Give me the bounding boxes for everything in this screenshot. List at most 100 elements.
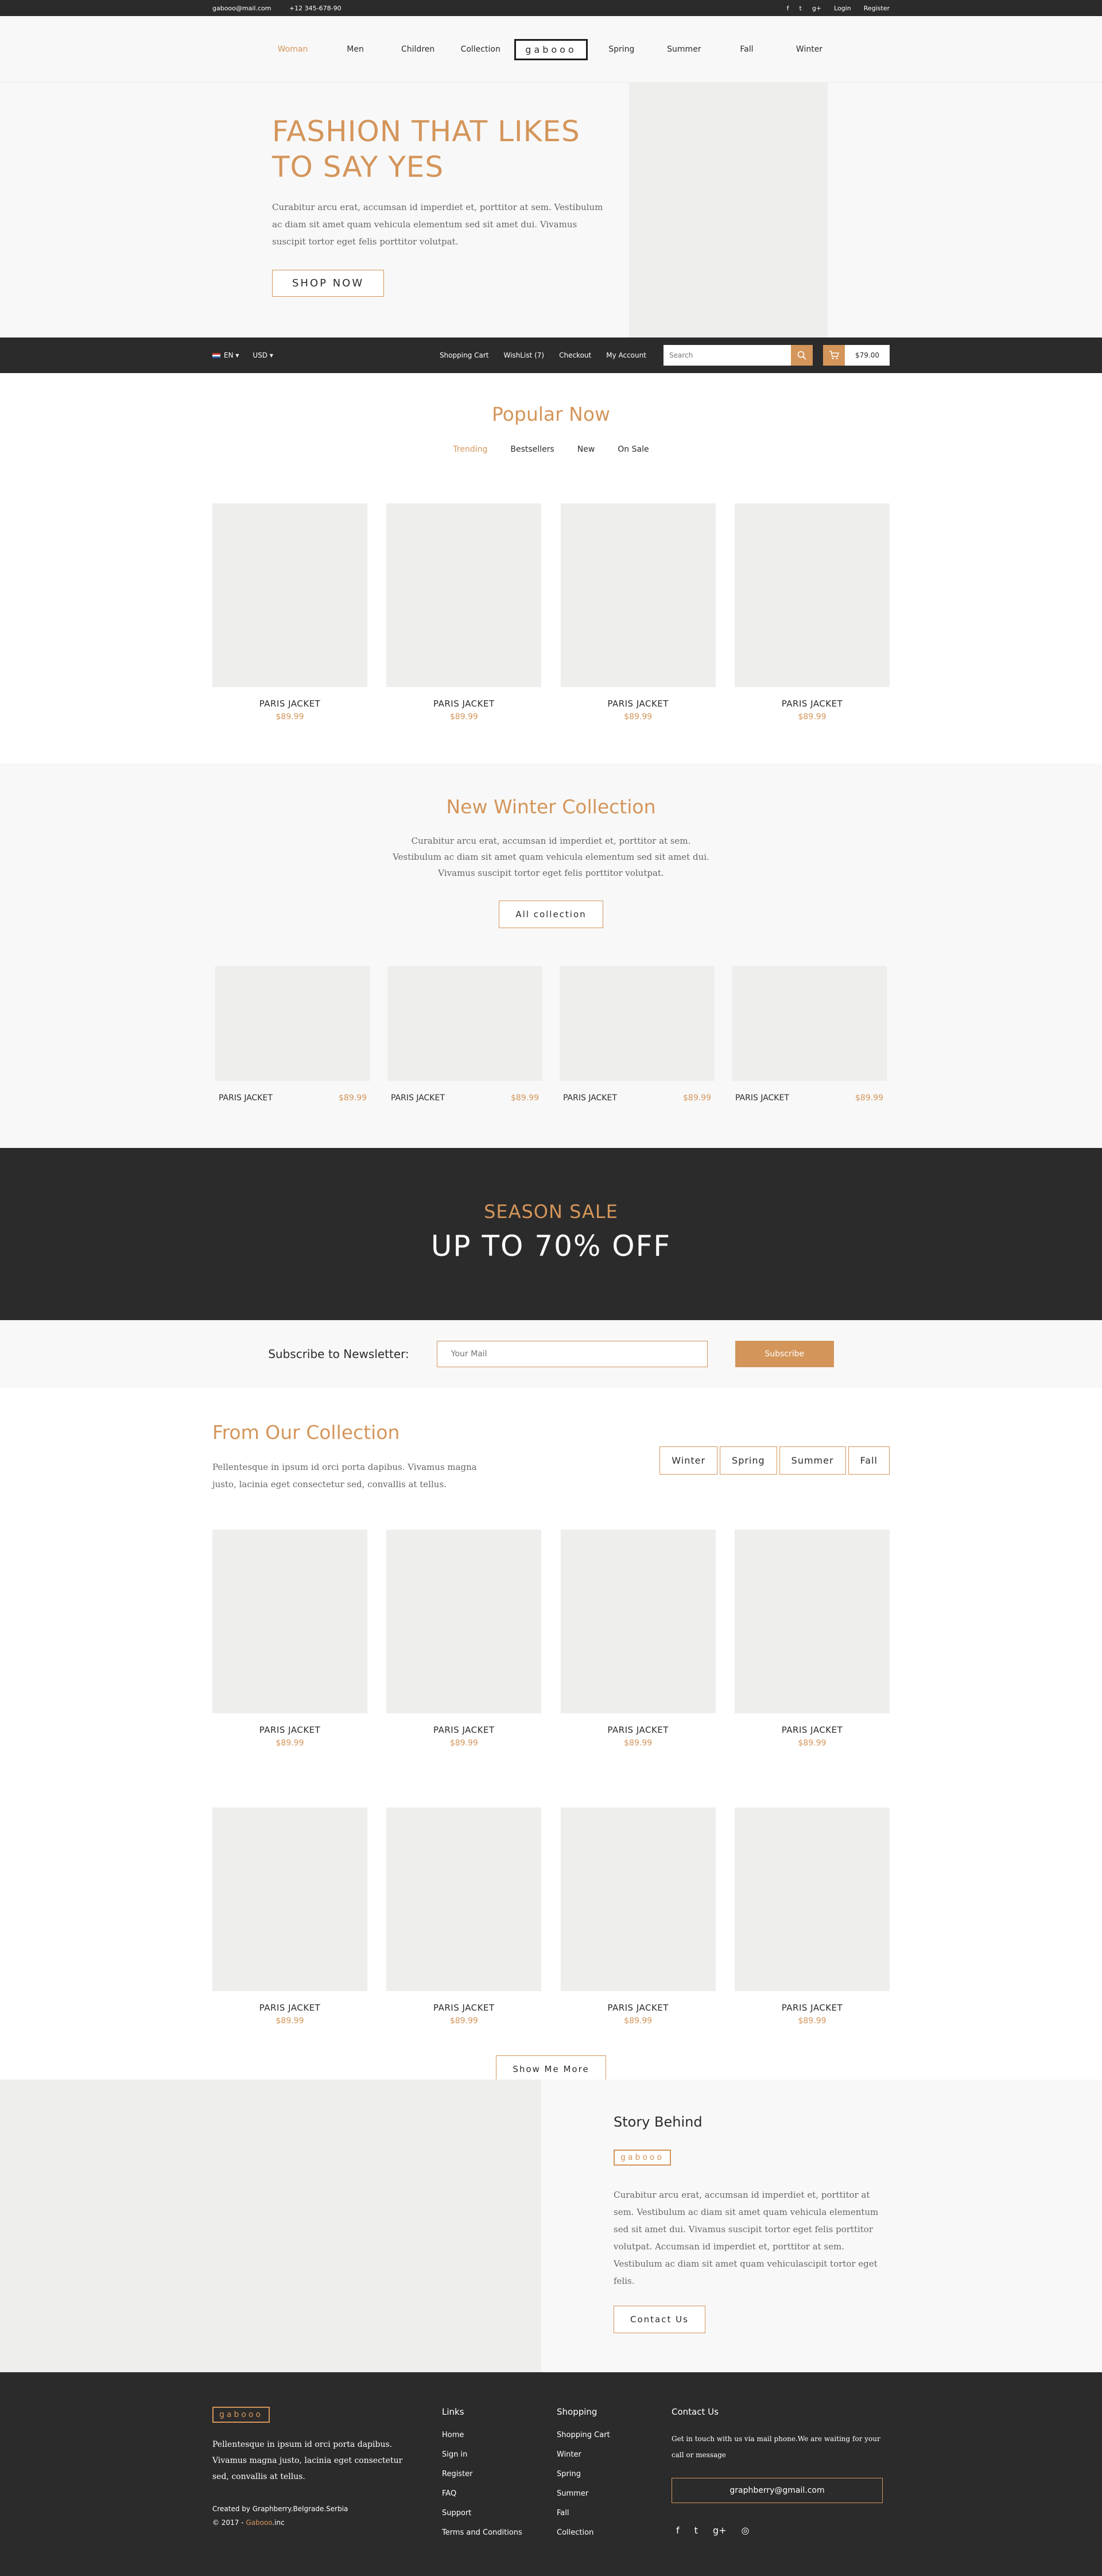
shopping-cart-link[interactable]: Shopping Cart <box>440 351 489 359</box>
product-image-placeholder[interactable] <box>560 1807 716 1991</box>
product-card[interactable]: PARIS JACKET $89.99 <box>386 1807 542 2026</box>
product-name[interactable]: PARIS JACKET <box>386 1725 541 1735</box>
google-plus-icon[interactable]: g+ <box>713 2525 727 2536</box>
nav-item-woman[interactable]: Woman <box>264 45 321 54</box>
product-name[interactable]: PARIS JACKET <box>563 1093 617 1103</box>
product-name[interactable]: PARIS JACKET <box>735 2003 890 2013</box>
product-image-placeholder[interactable] <box>734 1530 890 1713</box>
product-card[interactable]: PARIS JACKET $89.99 <box>215 966 370 1103</box>
twitter-icon[interactable]: t <box>694 2525 698 2536</box>
product-name[interactable]: PARIS JACKET <box>219 1093 273 1103</box>
product-image-placeholder[interactable] <box>560 503 716 687</box>
filter-winter[interactable]: Winter <box>659 1446 718 1475</box>
product-name[interactable]: PARIS JACKET <box>561 1725 716 1735</box>
contact-email[interactable]: gabooo@mail.com <box>212 5 271 12</box>
subscribe-button[interactable]: Subscribe <box>735 1341 834 1367</box>
product-card[interactable]: PARIS JACKET $89.99 <box>212 1530 367 1748</box>
copyright-brand-link[interactable]: Gabooo <box>246 2519 272 2527</box>
product-card[interactable]: PARIS JACKET $89.99 <box>732 966 887 1103</box>
product-card[interactable]: PARIS JACKET $89.99 <box>734 1530 890 1748</box>
checkout-link[interactable]: Checkout <box>559 351 591 359</box>
footer-link-register[interactable]: Register <box>442 2470 557 2478</box>
filter-spring[interactable]: Spring <box>720 1446 777 1475</box>
product-image-placeholder[interactable] <box>215 966 370 1081</box>
product-image-placeholder[interactable] <box>732 966 887 1081</box>
product-card[interactable]: PARIS JACKET $89.99 <box>387 966 542 1103</box>
product-card[interactable]: PARIS JACKET $89.99 <box>386 1530 542 1748</box>
product-card[interactable]: PARIS JACKET $89.99 <box>734 1807 890 2026</box>
my-account-link[interactable]: My Account <box>606 351 646 359</box>
product-image-placeholder[interactable] <box>734 503 890 687</box>
footer-link-support[interactable]: Support <box>442 2509 557 2517</box>
wishlist-link[interactable]: WishList (7) <box>503 351 544 359</box>
product-name[interactable]: PARIS JACKET <box>212 2003 367 2013</box>
twitter-icon[interactable]: t <box>799 5 801 12</box>
nav-item-spring[interactable]: Spring <box>593 45 650 54</box>
footer-link-home[interactable]: Home <box>442 2431 557 2439</box>
language-select[interactable]: EN ▾ <box>212 351 239 359</box>
product-name[interactable]: PARIS JACKET <box>561 699 716 709</box>
filter-fall[interactable]: Fall <box>848 1446 890 1475</box>
footer-email-link[interactable]: graphberry@gmail.com <box>672 2478 883 2503</box>
google-plus-icon[interactable]: g+ <box>812 5 821 12</box>
tab-trending[interactable]: Trending <box>453 445 487 454</box>
product-image-placeholder[interactable] <box>386 503 542 687</box>
product-image-placeholder[interactable] <box>560 1530 716 1713</box>
register-link[interactable]: Register <box>864 5 890 12</box>
product-name[interactable]: PARIS JACKET <box>735 699 890 709</box>
product-card[interactable]: PARIS JACKET $89.99 <box>212 1807 367 2026</box>
product-name[interactable]: PARIS JACKET <box>391 1093 445 1103</box>
footer-link-fall[interactable]: Fall <box>557 2509 672 2517</box>
footer-link-spring[interactable]: Spring <box>557 2470 672 2478</box>
nav-item-collection[interactable]: Collection <box>452 45 509 54</box>
product-image-placeholder[interactable] <box>212 503 367 687</box>
product-card[interactable]: PARIS JACKET $89.99 <box>560 1530 716 1748</box>
newsletter-email-input[interactable] <box>436 1341 708 1367</box>
footer-link-shopping-cart[interactable]: Shopping Cart <box>557 2431 672 2439</box>
nav-item-children[interactable]: Children <box>389 45 447 54</box>
footer-link-summer[interactable]: Summer <box>557 2489 672 2498</box>
login-link[interactable]: Login <box>834 5 851 12</box>
nav-item-men[interactable]: Men <box>327 45 384 54</box>
product-image-placeholder[interactable] <box>387 966 542 1081</box>
nav-item-summer[interactable]: Summer <box>655 45 713 54</box>
product-image-placeholder[interactable] <box>734 1807 890 1991</box>
facebook-icon[interactable]: f <box>787 5 789 12</box>
filter-summer[interactable]: Summer <box>779 1446 846 1475</box>
nav-item-fall[interactable]: Fall <box>718 45 775 54</box>
footer-link-faq[interactable]: FAQ <box>442 2489 557 2498</box>
product-name[interactable]: PARIS JACKET <box>212 699 367 709</box>
site-logo[interactable]: gabooo <box>514 38 588 60</box>
product-image-placeholder[interactable] <box>560 966 715 1081</box>
footer-link-winter[interactable]: Winter <box>557 2450 672 2459</box>
product-image-placeholder[interactable] <box>386 1530 542 1713</box>
footer-link-terms[interactable]: Terms and Conditions <box>442 2528 557 2537</box>
search-button[interactable] <box>791 345 813 366</box>
tab-on-sale[interactable]: On Sale <box>618 445 649 454</box>
product-name[interactable]: PARIS JACKET <box>386 699 541 709</box>
search-input[interactable] <box>663 345 791 366</box>
product-name[interactable]: PARIS JACKET <box>735 1725 890 1735</box>
cart-button[interactable] <box>823 345 845 366</box>
product-name[interactable]: PARIS JACKET <box>561 2003 716 2013</box>
product-card[interactable]: PARIS JACKET $89.99 <box>212 503 367 721</box>
tab-bestsellers[interactable]: Bestsellers <box>510 445 554 454</box>
tab-new[interactable]: New <box>577 445 595 454</box>
footer-link-collection[interactable]: Collection <box>557 2528 672 2537</box>
mini-cart[interactable]: $79.00 <box>823 345 890 366</box>
facebook-icon[interactable]: f <box>676 2525 680 2536</box>
footer-logo[interactable]: gabooo <box>212 2407 270 2423</box>
product-card[interactable]: PARIS JACKET $89.99 <box>734 503 890 721</box>
product-image-placeholder[interactable] <box>212 1807 367 1991</box>
product-name[interactable]: PARIS JACKET <box>386 2003 541 2013</box>
product-image-placeholder[interactable] <box>386 1807 542 1991</box>
contact-us-button[interactable]: Contact Us <box>614 2306 705 2333</box>
product-name[interactable]: PARIS JACKET <box>735 1093 789 1103</box>
dribbble-icon[interactable]: ◎ <box>741 2525 749 2536</box>
show-more-button[interactable]: Show Me More <box>496 2055 606 2083</box>
product-card[interactable]: PARIS JACKET $89.99 <box>560 966 715 1103</box>
nav-item-winter[interactable]: Winter <box>781 45 838 54</box>
all-collection-button[interactable]: All collection <box>499 901 603 928</box>
currency-select[interactable]: USD ▾ <box>253 351 273 359</box>
footer-link-sign-in[interactable]: Sign in <box>442 2450 557 2459</box>
